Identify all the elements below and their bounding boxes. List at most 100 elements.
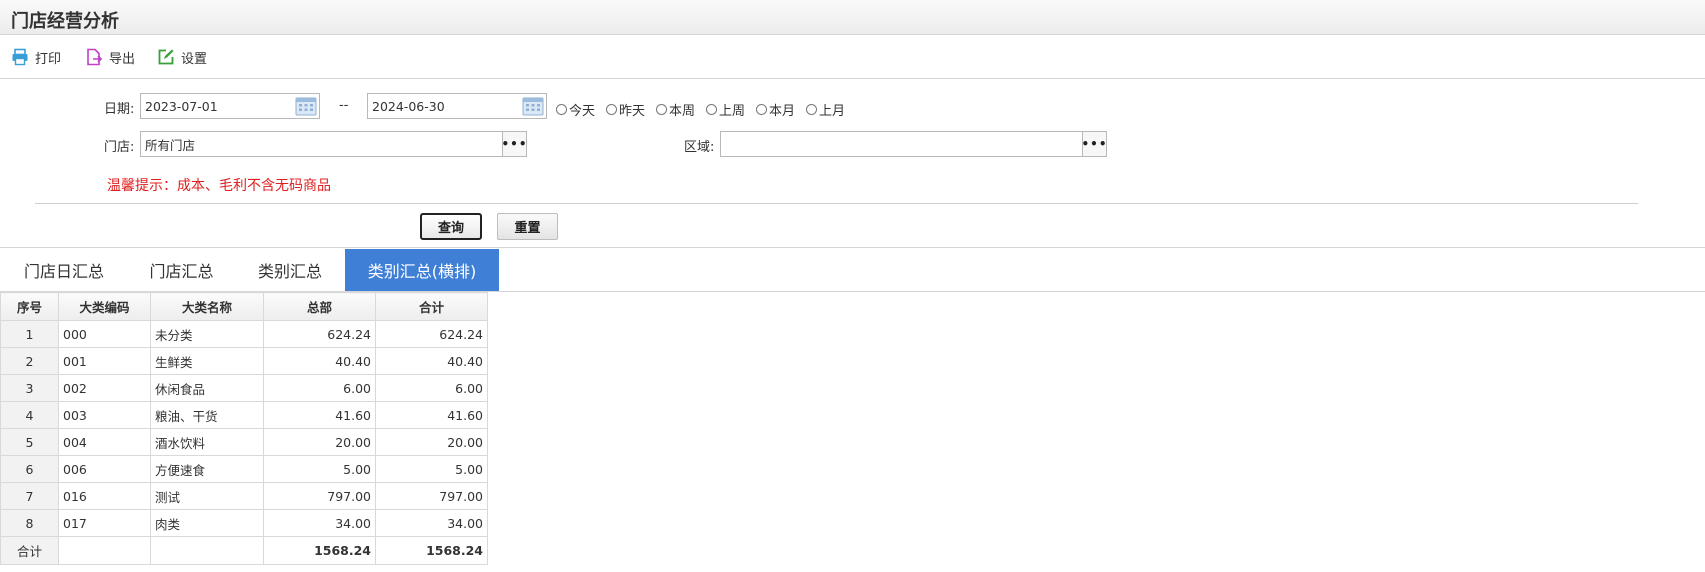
row-index: 4 bbox=[0, 401, 59, 429]
column-header-index[interactable]: 序号 bbox=[0, 292, 59, 321]
row-index: 2 bbox=[0, 347, 59, 375]
export-button[interactable]: 导出 bbox=[85, 46, 135, 68]
radio-this-week[interactable]: 本周 bbox=[656, 100, 695, 119]
category-code: 016 bbox=[58, 482, 151, 510]
tab-category-summary-horizontal[interactable]: 类别汇总(横排) bbox=[345, 249, 499, 291]
table-header-row: 序号 大类编码 大类名称 总部 合计 bbox=[0, 292, 488, 321]
radio-label: 今天 bbox=[569, 104, 596, 119]
category-code: 002 bbox=[58, 374, 151, 402]
category-code: 001 bbox=[58, 347, 151, 375]
table-row[interactable]: 2 001 生鲜类 40.40 40.40 bbox=[0, 347, 488, 375]
reset-button[interactable]: 重置 bbox=[497, 213, 558, 240]
category-name: 粮油、干货 bbox=[150, 401, 264, 429]
radio-this-month[interactable]: 本月 bbox=[756, 100, 795, 119]
export-icon bbox=[85, 48, 103, 66]
headquarters-value: 34.00 bbox=[263, 509, 376, 537]
row-index: 7 bbox=[0, 482, 59, 510]
total-row-empty-cell bbox=[150, 536, 264, 565]
headquarters-value: 41.60 bbox=[263, 401, 376, 429]
row-index: 5 bbox=[0, 428, 59, 456]
page-title: 门店经营分析 bbox=[11, 11, 119, 32]
divider bbox=[35, 203, 1638, 204]
category-code: 006 bbox=[58, 455, 151, 483]
column-header-category-code[interactable]: 大类编码 bbox=[58, 292, 151, 321]
calendar-icon[interactable] bbox=[520, 93, 546, 119]
headquarters-value: 20.00 bbox=[263, 428, 376, 456]
table-row[interactable]: 8 017 肉类 34.00 34.00 bbox=[0, 509, 488, 537]
category-name: 方便速食 bbox=[150, 455, 264, 483]
total-headquarters-value: 1568.24 bbox=[263, 536, 376, 565]
radio-circle bbox=[756, 104, 767, 115]
settings-label: 设置 bbox=[181, 51, 208, 67]
store-picker-button[interactable]: ••• bbox=[502, 131, 527, 157]
column-header-total[interactable]: 合计 bbox=[375, 292, 488, 321]
print-button[interactable]: 打印 bbox=[11, 46, 61, 68]
headquarters-value: 6.00 bbox=[263, 374, 376, 402]
headquarters-value: 797.00 bbox=[263, 482, 376, 510]
table-row[interactable]: 1 000 未分类 624.24 624.24 bbox=[0, 320, 488, 348]
radio-today[interactable]: 今天 bbox=[556, 100, 595, 119]
radio-circle bbox=[556, 104, 567, 115]
total-value: 41.60 bbox=[375, 401, 488, 429]
total-value: 34.00 bbox=[375, 509, 488, 537]
headquarters-value: 40.40 bbox=[263, 347, 376, 375]
radio-yesterday[interactable]: 昨天 bbox=[606, 100, 645, 119]
radio-last-week[interactable]: 上周 bbox=[706, 100, 745, 119]
total-value: 40.40 bbox=[375, 347, 488, 375]
category-name: 酒水饮料 bbox=[150, 428, 264, 456]
radio-circle bbox=[606, 104, 617, 115]
category-code: 003 bbox=[58, 401, 151, 429]
store-label: 门店: bbox=[104, 140, 135, 155]
category-name: 测试 bbox=[150, 482, 264, 510]
category-code: 004 bbox=[58, 428, 151, 456]
radio-circle bbox=[706, 104, 717, 115]
category-code: 017 bbox=[58, 509, 151, 537]
radio-label: 上周 bbox=[719, 104, 746, 119]
toolbar: 打印 导出 设置 bbox=[0, 35, 1705, 79]
category-name: 未分类 bbox=[150, 320, 264, 348]
total-value: 797.00 bbox=[375, 482, 488, 510]
row-index: 1 bbox=[0, 320, 59, 348]
total-value: 6.00 bbox=[375, 374, 488, 402]
tab-store-summary[interactable]: 门店汇总 bbox=[128, 249, 235, 291]
store-input[interactable] bbox=[140, 131, 504, 157]
export-label: 导出 bbox=[109, 51, 136, 67]
total-value: 624.24 bbox=[375, 320, 488, 348]
headquarters-value: 5.00 bbox=[263, 455, 376, 483]
table-row[interactable]: 7 016 测试 797.00 797.00 bbox=[0, 482, 488, 510]
table-row[interactable]: 4 003 粮油、干货 41.60 41.60 bbox=[0, 401, 488, 429]
total-value: 5.00 bbox=[375, 455, 488, 483]
tab-category-summary[interactable]: 类别汇总 bbox=[235, 249, 345, 291]
category-summary-table: 序号 大类编码 大类名称 总部 合计 1 000 未分类 624.24 624.… bbox=[0, 292, 488, 565]
settings-button[interactable]: 设置 bbox=[157, 46, 207, 68]
calendar-icon[interactable] bbox=[293, 93, 319, 119]
tab-store-daily-summary[interactable]: 门店日汇总 bbox=[0, 249, 128, 291]
table-row[interactable]: 6 006 方便速食 5.00 5.00 bbox=[0, 455, 488, 483]
total-row-empty-cell bbox=[58, 536, 151, 565]
column-header-category-name[interactable]: 大类名称 bbox=[150, 292, 264, 321]
total-value: 20.00 bbox=[375, 428, 488, 456]
printer-icon bbox=[11, 48, 29, 66]
table-row[interactable]: 5 004 酒水饮料 20.00 20.00 bbox=[0, 428, 488, 456]
region-label: 区域: bbox=[684, 140, 715, 155]
category-name: 肉类 bbox=[150, 509, 264, 537]
query-button[interactable]: 查询 bbox=[420, 213, 482, 240]
date-separator: -- bbox=[339, 98, 349, 113]
radio-label: 上月 bbox=[819, 104, 846, 119]
category-code: 000 bbox=[58, 320, 151, 348]
radio-last-month[interactable]: 上月 bbox=[806, 100, 845, 119]
row-index: 6 bbox=[0, 455, 59, 483]
warning-tip: 温馨提示：成本、毛利不含无码商品 bbox=[107, 178, 331, 194]
radio-circle bbox=[806, 104, 817, 115]
category-name: 生鲜类 bbox=[150, 347, 264, 375]
radio-label: 本月 bbox=[769, 104, 796, 119]
column-header-headquarters[interactable]: 总部 bbox=[263, 292, 376, 321]
table-row[interactable]: 3 002 休闲食品 6.00 6.00 bbox=[0, 374, 488, 402]
edit-icon bbox=[157, 48, 175, 66]
category-name: 休闲食品 bbox=[150, 374, 264, 402]
total-row-label: 合计 bbox=[0, 536, 59, 565]
radio-label: 昨天 bbox=[619, 104, 646, 119]
region-input[interactable] bbox=[720, 131, 1084, 157]
print-label: 打印 bbox=[35, 51, 62, 67]
region-picker-button[interactable]: ••• bbox=[1082, 131, 1107, 157]
